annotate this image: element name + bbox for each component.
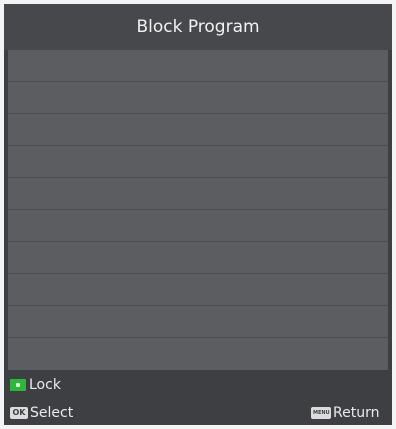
select-hint[interactable]: OK Select (10, 405, 73, 421)
list-item[interactable] (8, 82, 388, 114)
page-title: Block Program (136, 17, 260, 37)
list-item[interactable] (8, 146, 388, 178)
list-item[interactable] (8, 114, 388, 146)
list-item[interactable] (8, 274, 388, 306)
list-item[interactable] (8, 338, 388, 370)
list-item[interactable] (8, 306, 388, 338)
block-program-screen: Block Program Lock OK Select MENU Return (4, 4, 392, 425)
list-item[interactable] (8, 242, 388, 274)
ok-button-icon: OK (10, 407, 28, 419)
list-item[interactable] (8, 210, 388, 242)
select-label: Select (30, 405, 74, 421)
return-label: Return (333, 405, 380, 421)
list-item[interactable] (8, 50, 388, 82)
footer-hints: Lock OK Select MENU Return (4, 370, 392, 425)
green-button-icon (10, 379, 26, 391)
lock-label: Lock (29, 377, 61, 393)
title-bar: Block Program (4, 4, 392, 50)
return-hint[interactable]: MENU Return (311, 405, 379, 421)
lock-hint[interactable]: Lock (10, 377, 61, 393)
list-item[interactable] (8, 178, 388, 210)
program-list[interactable] (8, 50, 388, 370)
menu-button-icon: MENU (311, 407, 331, 419)
